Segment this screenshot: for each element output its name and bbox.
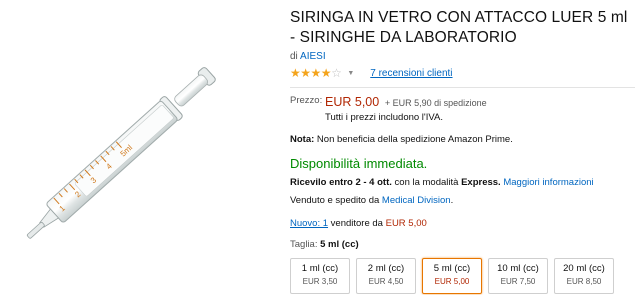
product-details: SIRINGA IN VETRO CON ATTACCO LUER 5 ml -… [290,8,635,294]
size-option-price: EUR 5,00 [434,277,470,286]
star-full-icon: ★ [300,66,311,80]
divider [290,87,635,88]
size-option-price: EUR 4,50 [368,277,404,286]
glass-syringe-image: 1 2 3 4 5ml [26,67,216,239]
product-image[interactable]: 1 2 3 4 5ml [0,0,280,295]
availability-status: Disponibilità immediata. [290,156,428,171]
price-row: Prezzo: EUR 5,00 + EUR 5,90 di spedizion… [290,95,635,123]
offers-price: EUR 5,00 [385,218,427,229]
size-option-5ml[interactable]: 5 ml (cc) EUR 5,00 [422,258,482,294]
more-info-link[interactable]: Maggiori informazioni [503,177,593,188]
new-offers: Nuovo: 1 venditore da EUR 5,00 [290,218,635,229]
rating-line: ★ ★ ★ ★ ☆ ▼ 7 recensioni clienti [290,66,635,80]
shipping-cost: + EUR 5,90 di spedizione [384,98,487,108]
star-full-icon: ★ [310,66,322,80]
size-option-10ml[interactable]: 10 ml (cc) EUR 7,50 [488,258,548,294]
size-option-name: 10 ml (cc) [497,263,539,274]
note-label: Nota: [290,134,315,145]
size-swatches: 1 ml (cc) EUR 3,50 2 ml (cc) EUR 4,50 5 … [290,258,635,294]
size-option-2ml[interactable]: 2 ml (cc) EUR 4,50 [356,258,416,294]
star-half-icon: ★ [320,66,332,80]
size-option-name: 1 ml (cc) [301,263,339,274]
brand-link[interactable]: AIESI [300,51,326,62]
size-option-name: 20 ml (cc) [563,263,605,274]
size-option-price: EUR 3,50 [302,277,338,286]
note-text: Non beneficia della spedizione Amazon Pr… [316,134,513,145]
vat-notice: Tutti i prezzi includono l'IVA. [325,112,443,123]
delivery-date: Ricevilo entro 2 - 4 ott. [290,177,392,188]
size-option-price: EUR 8,50 [566,277,602,286]
prime-note: Nota: Non beneficia della spedizione Ama… [290,134,635,145]
size-option-20ml[interactable]: 20 ml (cc) EUR 8,50 [554,258,614,294]
delivery-middle: con la modalità [394,177,459,188]
size-label: Taglia: 5 ml (cc) [290,239,635,250]
delivery-mode: Express. [461,177,501,188]
seller-prefix: Venduto e spedito da [290,195,380,206]
size-option-1ml[interactable]: 1 ml (cc) EUR 3,50 [290,258,350,294]
star-full-icon: ★ [290,66,301,80]
size-option-name: 5 ml (cc) [433,263,471,274]
price-label: Prezzo: [290,95,323,106]
star-rating[interactable]: ★ ★ ★ ★ ☆ [290,66,342,80]
size-option-price: EUR 7,50 [500,277,536,286]
size-selected: 5 ml (cc) [320,239,359,250]
delivery-info: Ricevilo entro 2 - 4 ott. con la modalit… [290,177,635,188]
seller-info: Venduto e spedito da Medical Division. [290,195,635,206]
star-empty-icon: ☆ [331,66,342,80]
chevron-down-icon[interactable]: ▼ [347,70,354,77]
brand-line: di AIESI [290,51,635,62]
seller-suffix: . [450,195,454,206]
by-label: di [290,51,298,62]
product-title: SIRINGA IN VETRO CON ATTACCO LUER 5 ml -… [290,9,628,46]
size-option-name: 2 ml (cc) [367,263,405,274]
seller-link[interactable]: Medical Division [382,195,451,206]
new-offers-link[interactable]: Nuovo: 1 [290,218,328,229]
size-label-text: Taglia: [290,239,318,250]
price-value: EUR 5,00 [325,95,380,109]
offers-middle: venditore da [330,218,383,229]
reviews-link[interactable]: 7 recensioni clienti [370,68,452,79]
